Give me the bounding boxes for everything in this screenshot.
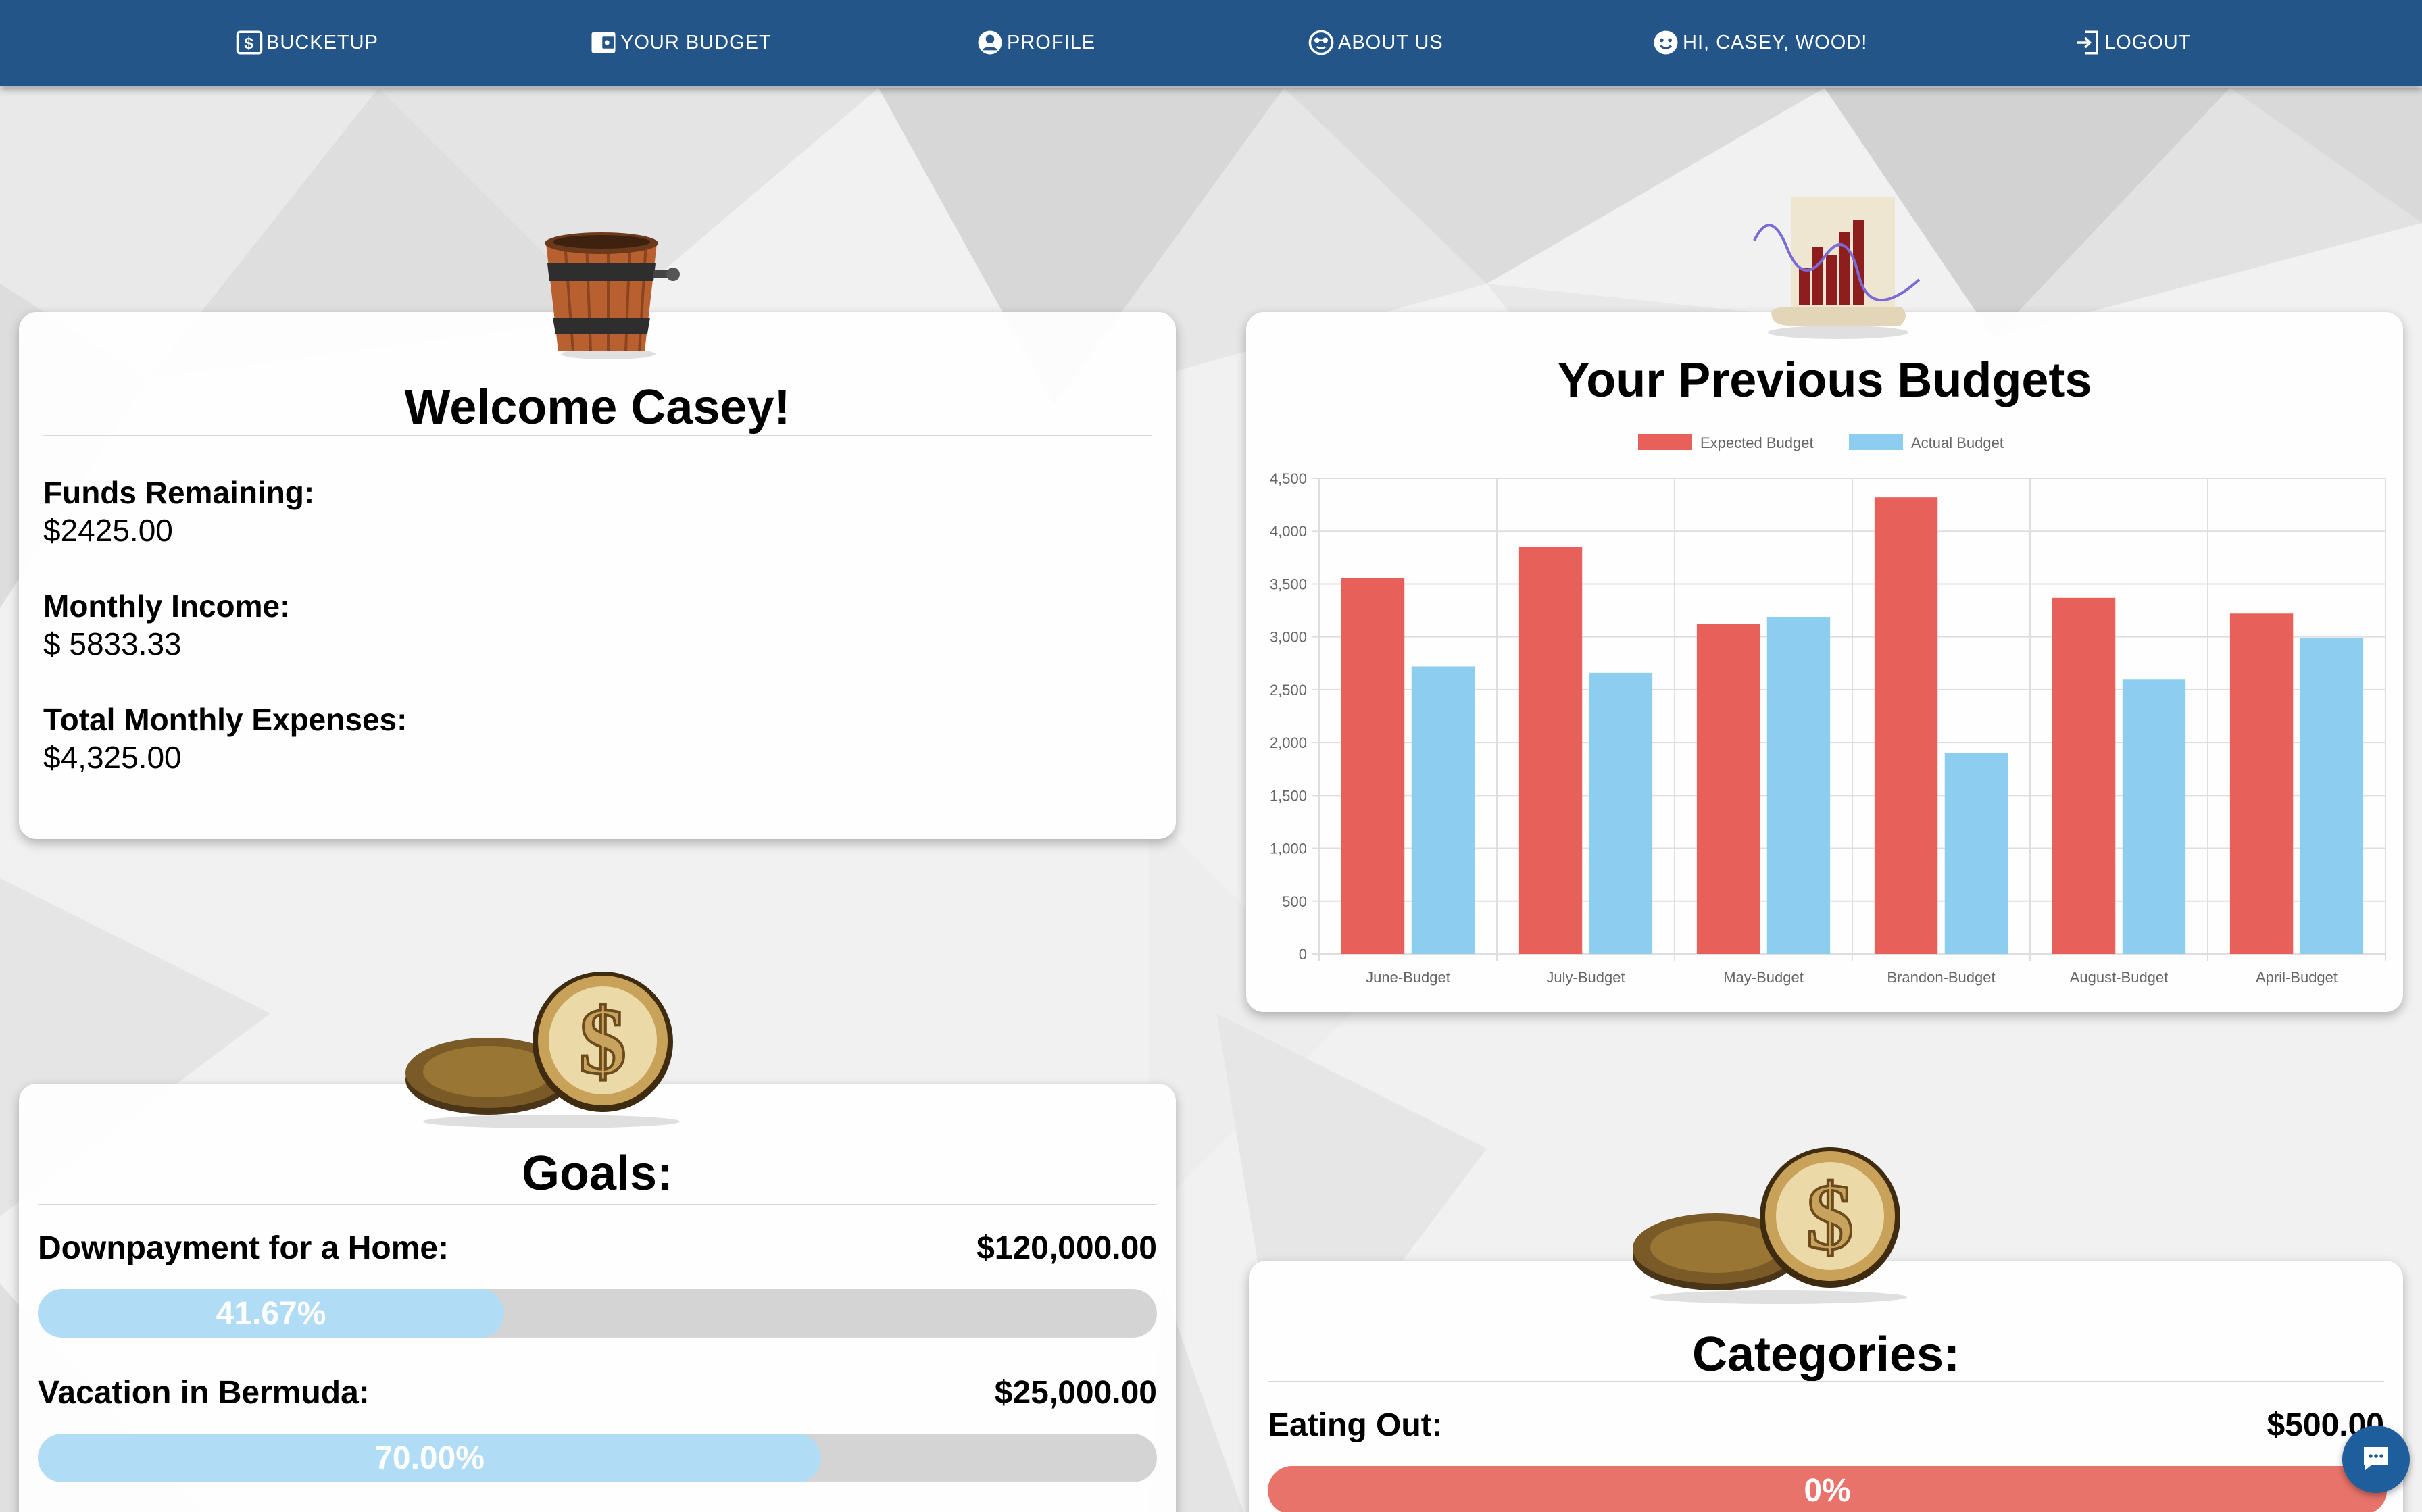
goal-progress-fill: 41.67% <box>38 1289 505 1338</box>
chat-bubble-icon <box>2360 1442 2392 1478</box>
expected-bar <box>1341 578 1405 954</box>
svg-text:$: $ <box>1806 1165 1854 1269</box>
actual-bar <box>1766 616 1831 954</box>
svg-text:$: $ <box>579 989 626 1094</box>
welcome-divider <box>43 435 1152 436</box>
actual-bar <box>2300 638 2364 954</box>
x-tick-label: May-Budget <box>1723 969 1804 986</box>
svg-text:$: $ <box>244 34 254 53</box>
category-progress-label: 0% <box>1804 1472 1851 1509</box>
nav-your-budget[interactable]: YOUR BUDGET <box>589 27 772 58</box>
category-progress-bar: 0% <box>1268 1466 2387 1512</box>
bucket-illustration <box>545 232 680 359</box>
wallet-icon <box>589 28 618 57</box>
goal-amount: $25,000.00 <box>994 1375 1157 1411</box>
category-name: Eating Out: <box>1268 1407 1443 1443</box>
y-tick-label: 4,000 <box>1270 523 1307 540</box>
y-tick-label: 4,500 <box>1270 470 1307 487</box>
x-tick-label: April-Budget <box>2256 969 2338 986</box>
nav-bucketup[interactable]: $ BUCKETUP <box>235 27 378 58</box>
goals-divider <box>38 1204 1157 1205</box>
logout-icon <box>2073 28 2102 57</box>
y-tick-label: 500 <box>1282 893 1307 910</box>
y-tick-label: 3,000 <box>1270 629 1307 646</box>
nav-profile-label: PROFILE <box>1007 31 1096 53</box>
previous-budgets-card: Your Previous Budgets 0 500 1,000 1,500 2,00… <box>1246 312 2403 1012</box>
nav-greeting[interactable]: HI, CASEY, WOOD! <box>1652 27 1867 58</box>
y-tick-label: 0 <box>1299 946 1307 963</box>
actual-bar <box>1589 672 1653 954</box>
welcome-card: Welcome Casey! Funds Remaining: $2425.00… <box>19 312 1176 839</box>
legend-label: Expected Budget <box>1700 434 1814 451</box>
chat-button[interactable] <box>2342 1426 2410 1493</box>
categories-title: Categories: <box>1691 1328 1960 1382</box>
y-tick-label: 1,000 <box>1270 840 1307 857</box>
x-tick-label: August-Budget <box>2070 969 2169 986</box>
previous-budgets-title: Your Previous Budgets <box>1557 353 2092 407</box>
nav-greeting-label: HI, CASEY, WOOD! <box>1683 31 1868 53</box>
y-tick-label: 1,500 <box>1270 787 1307 804</box>
nav-bucketup-label: BUCKETUP <box>266 31 378 53</box>
expected-bar <box>1518 547 1583 954</box>
nav-logout-label: LOGOUT <box>2104 31 2192 53</box>
user-circle-icon <box>976 28 1004 57</box>
goal-progress-fill: 70.00% <box>38 1434 822 1482</box>
x-tick-label: July-Budget <box>1546 969 1625 986</box>
nav-about-us[interactable]: ABOUT US <box>1307 27 1443 58</box>
expected-bar <box>1696 624 1760 954</box>
funds-remaining-value: $2425.00 <box>43 513 173 548</box>
monthly-income-value: $ 5833.33 <box>43 626 182 661</box>
funds-remaining-label: Funds Remaining: <box>43 475 315 510</box>
goal-progress-label: 70.00% <box>374 1440 485 1476</box>
expected-bar <box>2052 597 2116 954</box>
smiley-icon <box>1652 28 1680 57</box>
legend-swatch <box>1849 434 1903 450</box>
expected-bar <box>1874 497 1938 954</box>
face-glasses-icon <box>1307 28 1335 57</box>
report-scroll-illustration <box>1753 197 1921 339</box>
total-expenses-value: $4,325.00 <box>43 740 182 775</box>
coins-illustration: $ <box>1633 1147 1907 1304</box>
legend-label: Actual Budget <box>1911 434 2004 451</box>
budget-bar-chart: 0 500 1,000 1,500 2,000 2,500 3,000 3,500 4,000 4… <box>1270 434 2386 986</box>
expected-bar <box>2229 613 2294 954</box>
actual-bar <box>1411 666 1475 954</box>
y-tick-label: 2,000 <box>1270 734 1307 751</box>
nav-profile[interactable]: PROFILE <box>976 27 1095 58</box>
x-tick-label: Brandon-Budget <box>1887 969 1995 986</box>
goal-progress-label: 41.67% <box>216 1295 326 1332</box>
actual-bar <box>2122 679 2186 954</box>
goal-progress-bar: 70.00% <box>38 1434 1157 1482</box>
nav-logout[interactable]: LOGOUT <box>2073 27 2191 58</box>
x-tick-label: June-Budget <box>1366 969 1450 986</box>
nav-your-budget-label: YOUR BUDGET <box>620 31 772 53</box>
top-navbar: $ BUCKETUP YOUR BUDGET PROFILE ABOUT US … <box>0 0 2422 86</box>
goal-name: Vacation in Bermuda: <box>38 1375 370 1411</box>
coins-illustration: $ <box>405 972 680 1128</box>
goal-name: Downpayment for a Home: <box>38 1230 449 1266</box>
categories-divider <box>1268 1381 2384 1382</box>
money-bill-icon: $ <box>235 28 264 57</box>
y-tick-label: 3,500 <box>1270 576 1307 593</box>
actual-bar <box>1944 753 2008 954</box>
total-expenses-label: Total Monthly Expenses: <box>43 702 407 737</box>
monthly-income-label: Monthly Income: <box>43 588 291 624</box>
y-tick-label: 2,500 <box>1270 682 1307 699</box>
goals-card: Goals: Downpayment for a Home: $120,000.… <box>19 1084 1176 1512</box>
legend-swatch <box>1638 434 1692 450</box>
nav-about-us-label: ABOUT US <box>1338 31 1443 53</box>
goals-title: Goals: <box>521 1146 674 1201</box>
welcome-title: Welcome Casey! <box>404 380 791 434</box>
goal-amount: $120,000.00 <box>977 1230 1157 1266</box>
goal-progress-bar: 41.67% <box>38 1289 1157 1338</box>
